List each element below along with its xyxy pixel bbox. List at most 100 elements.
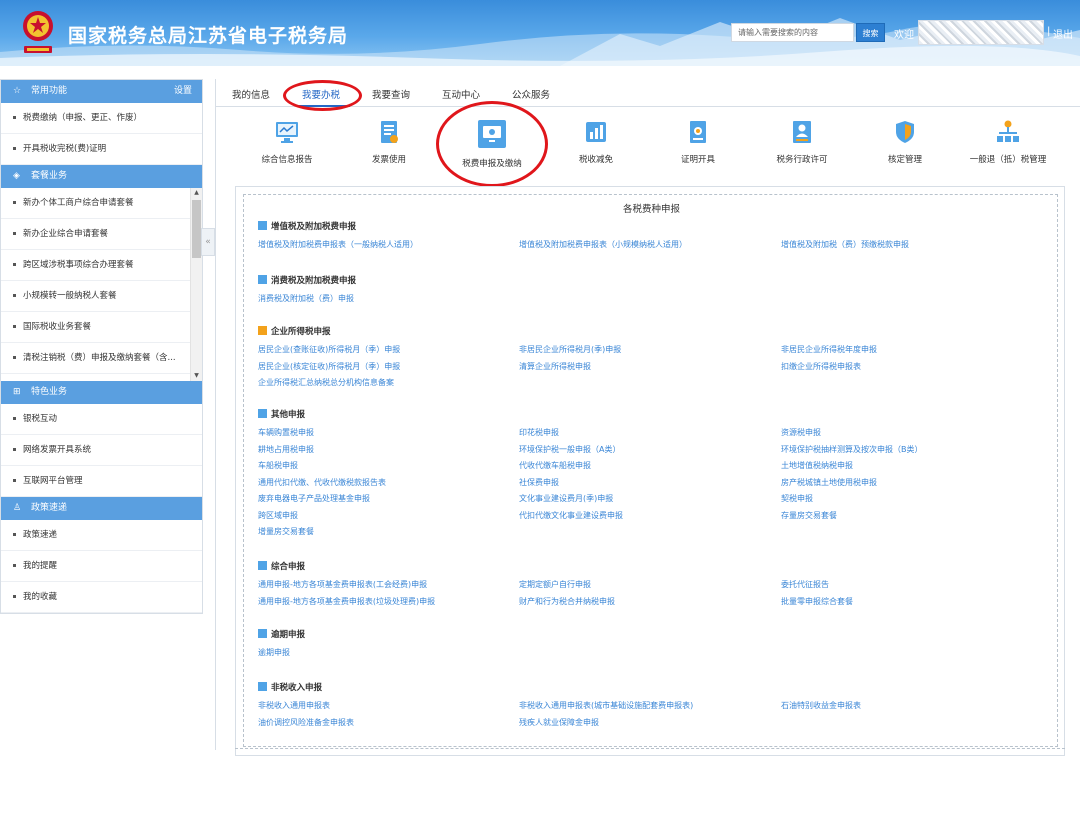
id-card-icon [793,121,811,143]
bullet-icon [13,448,16,451]
declaration-link[interactable]: 环境保护税一般申报（A类） [519,444,620,455]
declaration-link[interactable]: 扣缴企业所得税申报表 [781,361,861,372]
sidebar-item[interactable]: 清税注销税（费）申报及缴纳套餐（含... [1,343,202,374]
declaration-link[interactable]: 废弃电器电子产品处理基金申报 [258,493,370,504]
sidebar-item[interactable]: 我的收藏 [1,582,202,613]
search-input[interactable]: 请输入需要搜索的内容 [731,23,854,42]
declaration-link[interactable]: 消费税及附加税（费）申报 [258,293,354,304]
sidebar: ☆ 常用功能 设置 税费缴纳（申报、更正、作废） 开具税收完税(费)证明 ◈ 套餐业… [0,79,203,614]
sidebar-settings-link[interactable]: 设置 [174,80,192,103]
package-list-scrollbar[interactable]: ▲ ▼ [190,188,202,381]
declaration-link[interactable]: 契税申报 [781,493,813,504]
biz-assessment[interactable]: 核定管理 [860,119,950,165]
sidebar-section-common[interactable]: ☆ 常用功能 设置 [1,80,202,103]
declaration-link[interactable]: 增量房交易套餐 [258,526,314,537]
category-title: 消费税及附加税费申报 [271,276,357,286]
declaration-link[interactable]: 土地增值税纳税申报 [781,460,853,471]
bullet-icon [13,263,16,266]
search-button[interactable]: 搜索 [856,23,885,42]
sidebar-item[interactable]: 开具税收完税(费)证明 [1,134,202,165]
declaration-link[interactable]: 财产和行为税合并纳税申报 [519,596,615,607]
declaration-link[interactable]: 通用申报-地方各项基金费申报表(工会经费)申报 [258,579,427,590]
declaration-link[interactable]: 房产税城镇土地使用税申报 [781,477,877,488]
declaration-link[interactable]: 委托代征报告 [781,579,829,590]
sidebar-section-feature[interactable]: ⊞ 特色业务 [1,381,202,404]
declaration-link[interactable]: 非居民企业所得税年度申报 [781,344,877,355]
declaration-link[interactable]: 增值税及附加税费申报表（一般纳税人适用） [258,239,418,250]
category-icon [258,682,267,691]
declaration-link[interactable]: 代扣代缴文化事业建设费申报 [519,510,623,521]
sidebar-item[interactable]: 国际税收业务套餐 [1,312,202,343]
site-header: 国家税务总局江苏省电子税务局 请输入需要搜索的内容 搜索 欢迎 | 退出 [0,0,1080,66]
sidebar-item[interactable]: 跨区域涉税事项综合办理套餐 [1,250,202,281]
sidebar-item[interactable]: 网络发票开具系统 [1,435,202,466]
logout-link[interactable]: 退出 [1053,26,1073,41]
sidebar-item-label: 互联网平台管理 [23,476,83,486]
sidebar-item-label: 新办企业综合申请套餐 [23,229,109,239]
declaration-link[interactable]: 非税收入通用申报表(城市基础设施配套费申报表) [519,700,693,711]
certificate-icon [690,121,706,143]
declaration-link[interactable]: 增值税及附加税费申报表（小规模纳税人适用） [519,239,687,250]
tab-interaction[interactable]: 互动中心 [442,87,480,101]
category-icon [258,275,267,284]
declaration-link[interactable]: 批量零申报综合套餐 [781,596,853,607]
section-title: 常用功能 [31,86,68,96]
sidebar-item-label: 新办个体工商户综合申请套餐 [23,198,134,208]
biz-info-report[interactable]: 综合信息报告 [242,119,332,165]
sidebar-item[interactable]: 我的提醒 [1,551,202,582]
sidebar-item[interactable]: 新办企业综合申请套餐 [1,219,202,250]
biz-tax-relief[interactable]: 税收减免 [551,119,641,165]
declaration-link[interactable]: 增值税及附加税（费）预缴税款申报 [781,239,909,250]
biz-admin-license[interactable]: 税务行政许可 [757,119,847,165]
biz-tax-refund[interactable]: 一般退（抵）税管理 [963,119,1053,165]
declaration-link[interactable]: 车船税申报 [258,460,298,471]
declaration-link[interactable]: 文化事业建设费月(季)申报 [519,493,613,504]
sidebar-item[interactable]: 银税互动 [1,404,202,435]
declaration-link[interactable]: 耕地占用税申报 [258,444,314,455]
scroll-thumb[interactable] [192,200,201,258]
declaration-link[interactable]: 通用申报-地方各项基金费申报表(垃圾处理费)申报 [258,596,435,607]
declaration-link[interactable]: 居民企业(核定征收)所得税月（季）申报 [258,361,400,372]
tab-public-service[interactable]: 公众服务 [512,87,550,101]
declaration-link[interactable]: 居民企业(查账征收)所得税月（季）申报 [258,344,400,355]
scroll-up-icon[interactable]: ▲ [191,188,202,198]
tab-query[interactable]: 我要查询 [372,87,410,101]
declaration-link[interactable]: 存量房交易套餐 [781,510,837,521]
declaration-link[interactable]: 非税收入通用申报表 [258,700,330,711]
declaration-link[interactable]: 跨区域申报 [258,510,298,521]
biz-certificate[interactable]: 证明开具 [653,119,743,165]
declaration-link[interactable]: 企业所得税汇总纳税总分机构信息备案 [258,377,394,388]
sidebar-item[interactable]: 新办个体工商户综合申请套餐 [1,188,202,219]
sidebar-item[interactable]: 政策速递 [1,520,202,551]
bullet-icon [13,232,16,235]
declaration-link[interactable]: 清算企业所得税申报 [519,361,591,372]
declaration-link[interactable]: 逾期申报 [258,647,290,658]
declaration-link[interactable]: 环境保护税抽样测算及按次申报（B类） [781,444,923,455]
biz-invoice[interactable]: 发票使用 [344,119,434,165]
sidebar-item[interactable]: 税费缴纳（申报、更正、作废） [1,103,202,134]
declaration-link[interactable]: 石油特别收益金申报表 [781,700,861,711]
declaration-link[interactable]: 社保费申报 [519,477,559,488]
declaration-link[interactable]: 代收代缴车船税申报 [519,460,591,471]
sidebar-item-label: 国际税收业务套餐 [23,322,92,332]
category-heading: 增值税及附加税费申报 [258,220,356,232]
declaration-link[interactable]: 通用代扣代缴、代收代缴税款报告表 [258,477,386,488]
sidebar-section-policy[interactable]: ♙ 政策速递 [1,497,202,520]
category-title: 其他申报 [271,410,306,420]
declaration-link[interactable]: 车辆购置税申报 [258,427,314,438]
declaration-link[interactable]: 残疾人就业保障金申报 [519,717,599,728]
scroll-down-icon[interactable]: ▼ [191,371,202,381]
declaration-link[interactable]: 印花税申报 [519,427,559,438]
sidebar-section-package[interactable]: ◈ 套餐业务 [1,165,202,188]
sidebar-item[interactable]: 小规模转一般纳税人套餐 [1,281,202,312]
declaration-link[interactable]: 资源税申报 [781,427,821,438]
sidebar-item[interactable]: 互联网平台管理 [1,466,202,497]
sidebar-item-label: 开具税收完税(费)证明 [23,144,107,154]
category-icon [258,221,267,230]
tab-my-info[interactable]: 我的信息 [232,87,270,101]
sidebar-collapse-button[interactable]: « [201,228,215,256]
declaration-link[interactable]: 非居民企业所得税月(季)申报 [519,344,621,355]
panel-bottom-divider [235,748,1065,749]
declaration-link[interactable]: 定期定额户自行申报 [519,579,591,590]
declaration-link[interactable]: 油价调控风险准备金申报表 [258,717,354,728]
